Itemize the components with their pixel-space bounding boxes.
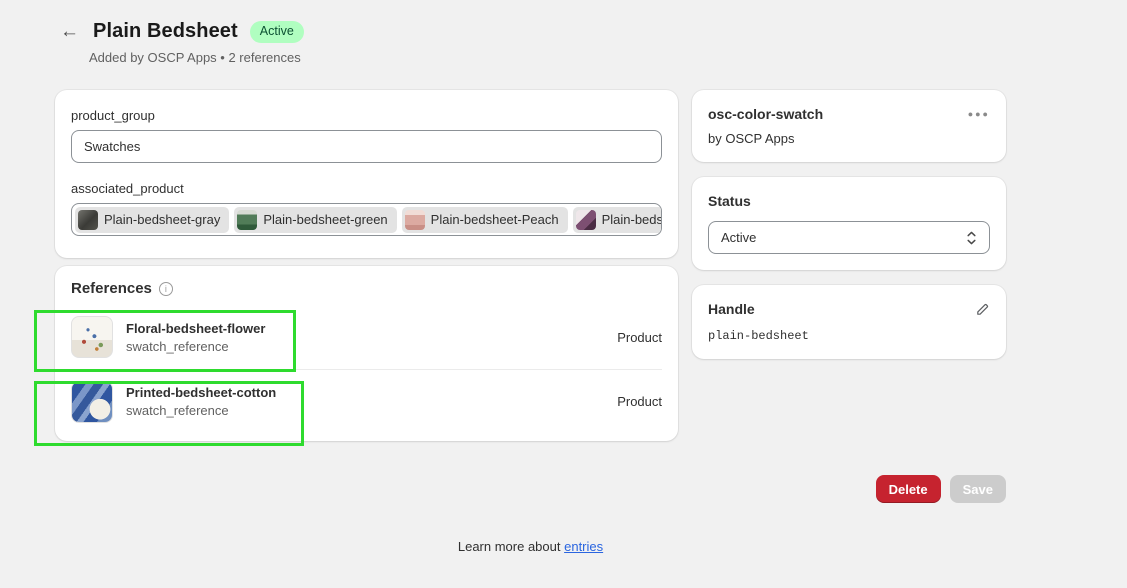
references-list: Floral-bedsheet-flower swatch_reference … [71, 305, 662, 433]
handle-card-title: Handle [708, 301, 755, 317]
chip-label: Plain-bedshee [602, 212, 662, 227]
app-card: osc-color-swatch ●●● by OSCP Apps [692, 90, 1006, 162]
reference-text: Floral-bedsheet-flower swatch_reference [126, 321, 265, 354]
green-bedsheet-thumbnail [237, 210, 257, 230]
chip-label: Plain-bedsheet-Peach [431, 212, 559, 227]
product-chip[interactable]: Plain-bedshee [573, 207, 662, 233]
plum-bedsheet-thumbnail [576, 210, 596, 230]
product-chip[interactable]: Plain-bedsheet-Peach [402, 207, 568, 233]
reference-type: Product [617, 330, 662, 345]
app-card-byline: by OSCP Apps [708, 131, 990, 146]
status-badge: Active [250, 21, 304, 43]
footer-help-text: Learn more about entries [55, 539, 1006, 554]
page-subtitle: Added by OSCP Apps • 2 references [89, 50, 304, 65]
app-card-title: osc-color-swatch [708, 106, 823, 122]
reference-title: Printed-bedsheet-cotton [126, 385, 276, 400]
status-selected-value: Active [721, 230, 756, 245]
references-title: References [71, 280, 152, 297]
reference-subtitle: swatch_reference [126, 339, 265, 354]
gray-bedsheet-thumbnail [78, 210, 98, 230]
chip-label: Plain-bedsheet-gray [104, 212, 220, 227]
back-arrow-icon[interactable]: ← [58, 20, 81, 43]
select-updown-icon [966, 230, 977, 246]
edit-pencil-icon[interactable] [975, 301, 990, 317]
fields-card: product_group associated_product Plain-b… [55, 90, 678, 258]
references-card: References i Floral-bedsheet-flower swat… [55, 266, 678, 441]
reference-type: Product [617, 394, 662, 409]
reference-title: Floral-bedsheet-flower [126, 321, 265, 336]
page-header: ← Plain Bedsheet Active Added by OSCP Ap… [58, 20, 304, 65]
status-card-title: Status [708, 193, 990, 209]
status-select[interactable]: Active [708, 221, 990, 254]
product-chip[interactable]: Plain-bedsheet-gray [75, 207, 229, 233]
product-group-input[interactable] [71, 130, 662, 163]
handle-card: Handle plain-bedsheet [692, 285, 1006, 359]
associated-product-field: associated_product Plain-bedsheet-gray P… [71, 181, 662, 236]
handle-value: plain-bedsheet [708, 329, 990, 343]
save-button[interactable]: Save [950, 475, 1006, 503]
floral-bedsheet-thumbnail [71, 316, 113, 358]
product-group-field: product_group [71, 108, 662, 163]
associated-product-input[interactable]: Plain-bedsheet-gray Plain-bedsheet-green… [71, 203, 662, 236]
page-title: Plain Bedsheet [93, 20, 238, 43]
product-chip[interactable]: Plain-bedsheet-green [234, 207, 396, 233]
action-buttons: Delete Save [692, 475, 1006, 503]
reference-text: Printed-bedsheet-cotton swatch_reference [126, 385, 276, 418]
peach-bedsheet-thumbnail [405, 210, 425, 230]
main-column: product_group associated_product Plain-b… [55, 90, 678, 441]
delete-button[interactable]: Delete [876, 475, 941, 503]
associated-product-label: associated_product [71, 181, 662, 196]
reference-row[interactable]: Printed-bedsheet-cotton swatch_reference… [71, 369, 662, 433]
entries-link[interactable]: entries [564, 539, 603, 554]
reference-subtitle: swatch_reference [126, 403, 276, 418]
metaobject-entry-page: ← Plain Bedsheet Active Added by OSCP Ap… [0, 0, 1127, 588]
overflow-menu-icon[interactable]: ●●● [968, 106, 990, 119]
product-group-label: product_group [71, 108, 662, 123]
sidebar: osc-color-swatch ●●● by OSCP Apps Status… [692, 90, 1006, 374]
info-icon[interactable]: i [159, 282, 173, 296]
printed-bedsheet-thumbnail [71, 381, 113, 423]
status-card: Status Active [692, 177, 1006, 270]
chip-label: Plain-bedsheet-green [263, 212, 387, 227]
footer-text: Learn more about [458, 539, 561, 554]
reference-row[interactable]: Floral-bedsheet-flower swatch_reference … [71, 305, 662, 369]
